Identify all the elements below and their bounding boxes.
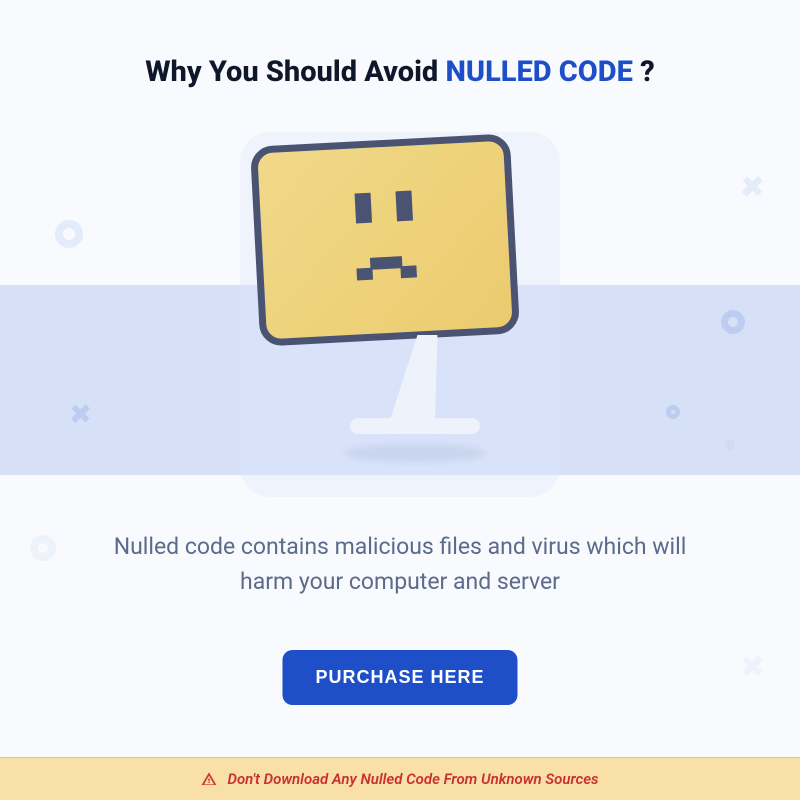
decorative-circle-icon <box>30 535 56 561</box>
warning-text: Don't Download Any Nulled Code From Unkn… <box>227 770 598 788</box>
warning-triangle-icon <box>201 771 217 787</box>
monitor-screen <box>250 133 520 346</box>
decorative-circle-icon <box>725 440 735 450</box>
title-prefix: Why You Should Avoid <box>145 55 445 89</box>
title-highlight: NULLED CODE <box>445 55 632 89</box>
decorative-circle-icon <box>721 310 745 334</box>
decorative-plus-icon: + <box>727 159 780 212</box>
sad-monitor-illustration <box>260 140 540 462</box>
purchase-button[interactable]: PURCHASE HERE <box>282 650 517 705</box>
monitor-shadow <box>345 444 485 462</box>
monitor-base <box>350 418 480 434</box>
title-suffix: ? <box>633 55 655 89</box>
decorative-circle-icon <box>666 405 680 419</box>
warning-banner: Don't Download Any Nulled Code From Unkn… <box>0 757 800 800</box>
page-title: Why You Should Avoid NULLED CODE ? <box>0 0 800 89</box>
decorative-circle-icon <box>55 220 83 248</box>
description-text: Nulled code contains malicious files and… <box>90 530 710 599</box>
decorative-plus-icon: + <box>727 639 780 692</box>
sad-face-icon <box>260 186 510 288</box>
